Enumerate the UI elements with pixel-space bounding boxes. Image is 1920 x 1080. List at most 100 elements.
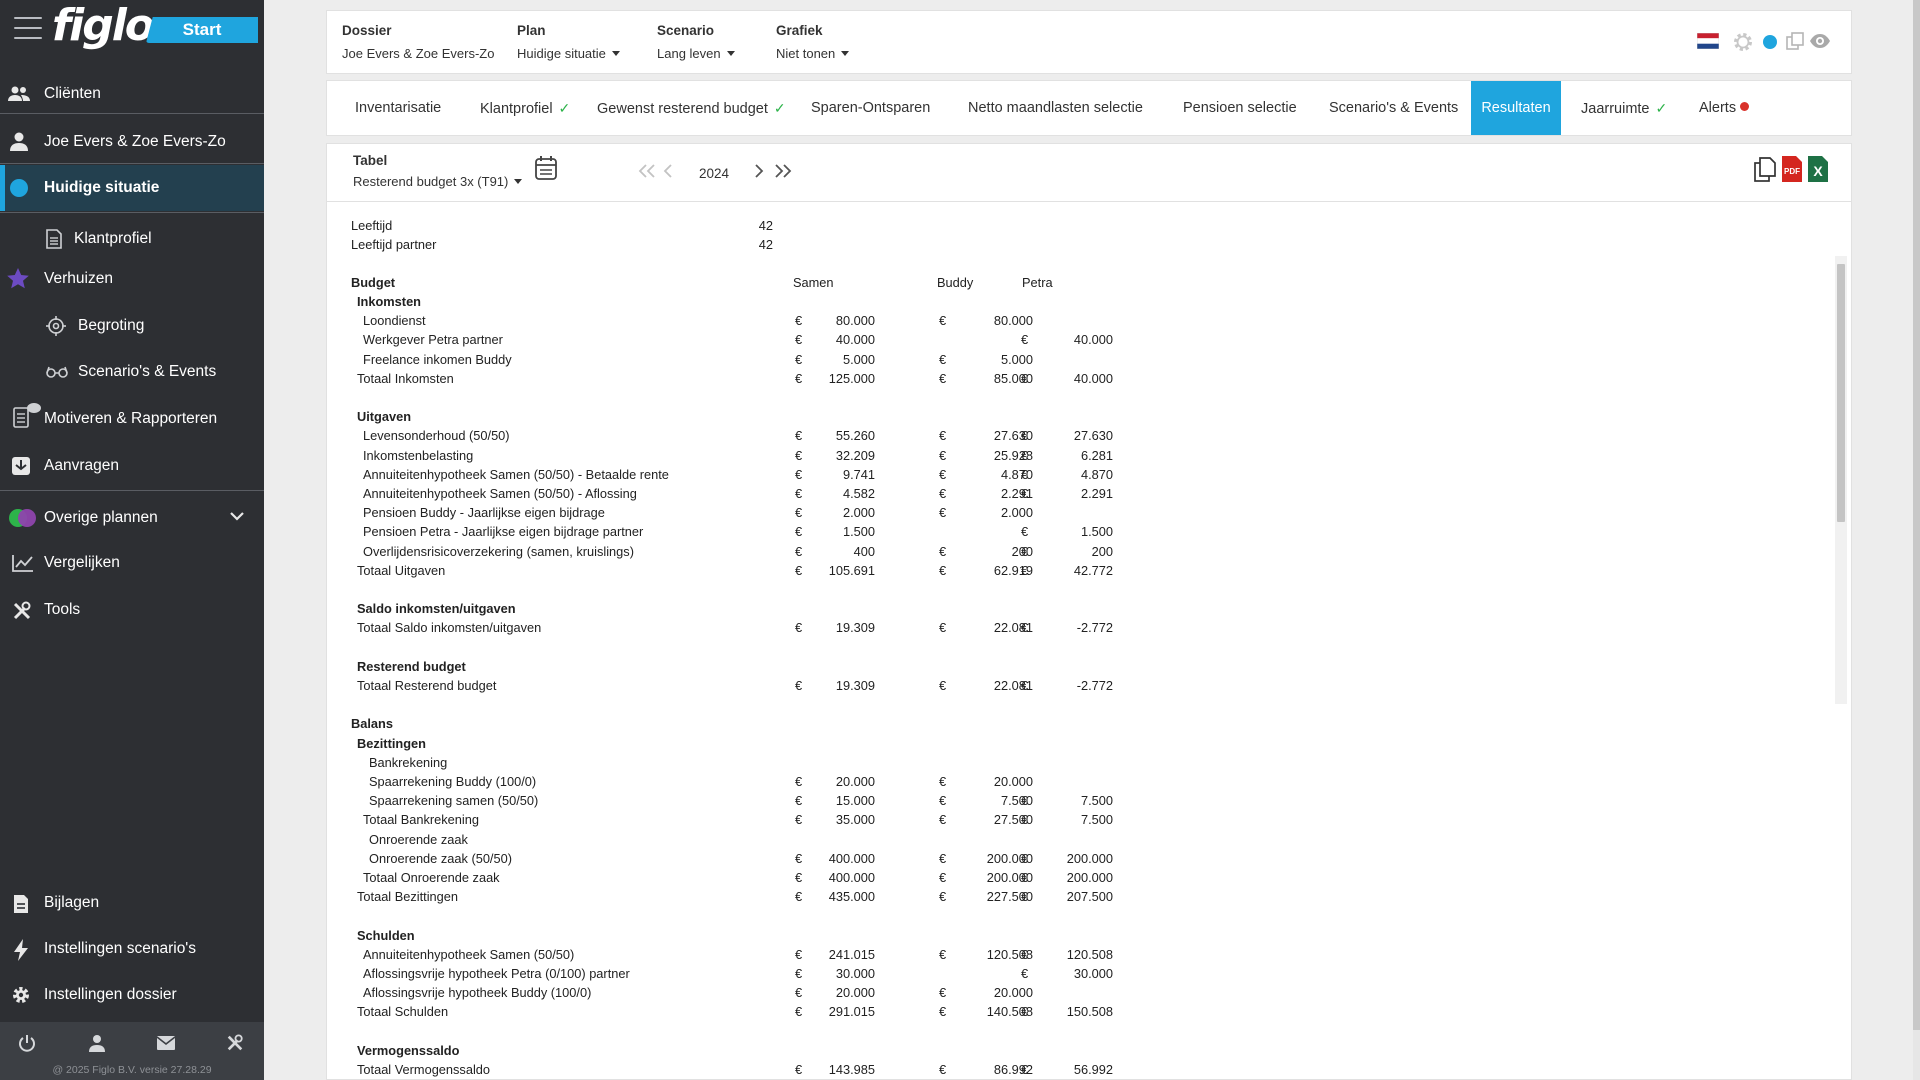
table-scrollbar[interactable] — [1835, 256, 1847, 704]
tab-resultaten[interactable]: Resultaten — [1471, 81, 1561, 135]
sidebar-item-tools[interactable]: Tools — [0, 593, 264, 627]
sidebar-item-instellingen-dossier[interactable]: Instellingen dossier — [0, 978, 264, 1012]
status-dot-icon[interactable] — [1763, 35, 1777, 54]
currency-symbol: € — [939, 1004, 947, 1019]
budget-header: Budget — [351, 275, 396, 290]
mail-icon[interactable] — [151, 1032, 181, 1054]
table-scrollbar-thumb[interactable] — [1837, 264, 1845, 522]
currency-symbol: € — [795, 544, 803, 559]
sidebar-item-begroting[interactable]: Begroting — [0, 309, 264, 343]
tab-pensioen-selectie[interactable]: Pensioen selectie — [1183, 81, 1297, 135]
currency-symbol: € — [1021, 524, 1029, 539]
currency-symbol: € — [795, 563, 803, 578]
currency-symbol: € — [1021, 332, 1029, 347]
sidebar-item-vergelijken[interactable]: Vergelijken — [0, 546, 264, 580]
tools-icon — [12, 601, 32, 621]
first-year-icon[interactable] — [638, 164, 656, 183]
currency-symbol: € — [795, 1062, 803, 1077]
copy-table-icon[interactable] — [1753, 155, 1777, 188]
excel-export-icon[interactable]: X — [1807, 155, 1829, 188]
section-heading: Inkomsten — [357, 294, 421, 309]
tab-netto-maandlasten-selectie[interactable]: Netto maandlasten selectie — [968, 81, 1143, 135]
sidebar-item-aanvragen[interactable]: Aanvragen — [0, 449, 264, 483]
start-button[interactable]: Start — [146, 17, 258, 43]
tabel-dropdown[interactable]: Resterend budget 3x (T91) — [353, 174, 523, 189]
sidebar-item-overige-plannen[interactable]: Overige plannen — [0, 501, 264, 535]
sidebar-item-huidige-situatie[interactable]: Huidige situatie — [0, 165, 264, 211]
leeftijd-label: Leeftijd — [351, 218, 393, 233]
row-label: Overlijdensrisicoverzekering (samen, kru… — [363, 544, 634, 559]
tab-alerts[interactable]: Alerts — [1699, 81, 1750, 135]
leeftijd-partner-value: 42 — [758, 237, 773, 252]
sidebar-item-instellingen-scenarios[interactable]: Instellingen scenario's — [0, 932, 264, 966]
tab-sparen-ontsparen[interactable]: Sparen-Ontsparen — [811, 81, 930, 135]
cell-petra: 207.500 — [1066, 889, 1113, 904]
tab-klantprofiel[interactable]: Klantprofiel ✓ — [480, 81, 570, 135]
last-year-icon[interactable] — [774, 164, 792, 183]
tab-label: Gewenst resterend budget — [597, 101, 768, 117]
cell-petra: 40.000 — [1073, 371, 1113, 386]
cell-petra: 200.000 — [1066, 870, 1113, 885]
sidebar-item-bijlagen[interactable]: Bijlagen — [0, 886, 264, 920]
page-scrollbar[interactable] — [1913, 0, 1920, 1080]
sidebar-item-label: Tools — [44, 601, 81, 618]
grafiek-dropdown[interactable]: Niet tonen — [776, 46, 850, 61]
sidebar-item-label: Overige plannen — [44, 509, 158, 526]
tab-inventarisatie[interactable]: Inventarisatie — [355, 81, 441, 135]
chevron-down-icon[interactable] — [230, 511, 244, 521]
tabel-label: Tabel — [353, 153, 388, 168]
dutch-flag-icon[interactable] — [1696, 32, 1720, 54]
tab-label: Netto maandlasten selectie — [968, 100, 1143, 116]
section-heading: Saldo inkomsten/uitgaven — [357, 601, 516, 616]
sidebar-item-scenarios-events[interactable]: Scenario's & Events — [0, 355, 264, 389]
cell-samen: 5.000 — [842, 352, 875, 367]
sidebar-item-clienten[interactable]: Cliënten — [0, 76, 264, 112]
tab-jaarruimte[interactable]: Jaarruimte ✓ — [1581, 81, 1667, 135]
sidebar-item-label: Instellingen scenario's — [44, 940, 197, 957]
currency-symbol: € — [939, 371, 947, 386]
page-scrollbar-thumb[interactable] — [1913, 0, 1920, 1030]
sidebar-item-verhuizen[interactable]: Verhuizen — [0, 262, 264, 296]
svg-text:X: X — [1813, 163, 1823, 179]
currency-symbol: € — [1021, 678, 1029, 693]
cell-samen: 291.015 — [828, 1004, 875, 1019]
currency-symbol: € — [939, 448, 947, 463]
sidebar-item-dossier[interactable]: Joe Evers & Zoe Evers-Zo — [0, 124, 264, 160]
pdf-export-icon[interactable]: PDF — [1781, 155, 1803, 188]
scenario-dropdown[interactable]: Lang leven — [657, 46, 735, 61]
plan-label: Plan — [517, 23, 546, 38]
section-heading: Uitgaven — [357, 409, 412, 424]
next-year-icon[interactable] — [754, 164, 764, 183]
users-icon — [8, 85, 30, 103]
cell-petra: 1.500 — [1080, 524, 1113, 539]
power-icon[interactable] — [12, 1032, 42, 1054]
plan-dropdown[interactable]: Huidige situatie — [517, 46, 620, 61]
tab-gewenst-resterend-budget[interactable]: Gewenst resterend budget ✓ — [597, 81, 786, 135]
tools-icon[interactable] — [220, 1032, 250, 1054]
cell-buddy: 80.000 — [993, 313, 1033, 328]
currency-symbol: € — [795, 1004, 803, 1019]
previous-year-icon[interactable] — [663, 164, 673, 183]
grafiek-selector: Grafiek Niet tonen — [776, 23, 850, 61]
calendar-icon[interactable] — [535, 156, 557, 185]
account-icon[interactable] — [82, 1032, 112, 1054]
section-heading: Bezittingen — [357, 736, 426, 751]
scenario-value: Lang leven — [657, 46, 721, 61]
user-icon — [10, 132, 28, 151]
inbox-icon — [11, 456, 31, 476]
dossier-value[interactable]: Joe Evers & Zoe Evers-Zo — [342, 46, 494, 61]
sidebar-item-motiveren-rapporteren[interactable]: Motiveren & Rapporteren — [0, 402, 264, 436]
crosshair-icon — [46, 316, 66, 336]
menu-icon[interactable] — [14, 17, 42, 39]
currency-symbol: € — [1021, 467, 1029, 482]
tab-label: Pensioen selectie — [1183, 100, 1297, 116]
currency-symbol: € — [939, 774, 947, 789]
row-label: Annuiteitenhypotheek Samen (50/50) - Afl… — [363, 486, 637, 501]
tab-scenarios-events[interactable]: Scenario's & Events — [1329, 81, 1458, 135]
copy-icon[interactable] — [1785, 31, 1805, 56]
grafiek-label: Grafiek — [776, 23, 823, 38]
eye-icon[interactable] — [1809, 33, 1831, 54]
sidebar-item-label: Instellingen dossier — [44, 986, 177, 1003]
settings-gear-icon[interactable] — [1732, 31, 1754, 58]
sidebar-item-klantprofiel[interactable]: Klantprofiel — [0, 222, 264, 256]
